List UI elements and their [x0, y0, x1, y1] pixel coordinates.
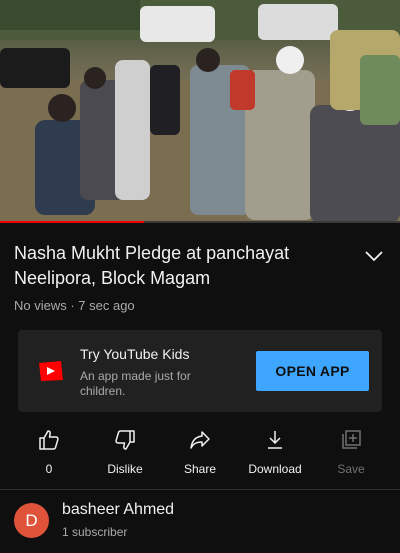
share-label: Share	[183, 462, 217, 476]
youtube-kids-logo-icon	[36, 360, 64, 382]
playlist-add-icon	[342, 430, 361, 449]
thumbs-up-icon	[39, 430, 59, 450]
share-icon	[190, 431, 210, 449]
open-app-button[interactable]: OPEN APP	[256, 351, 369, 391]
dislike-button[interactable]: Dislike	[90, 428, 160, 476]
expand-description-button[interactable]	[360, 246, 388, 266]
chevron-down-icon	[365, 251, 383, 262]
video-title[interactable]: Nasha Mukht Pledge at panchayat Neelipor…	[14, 241, 344, 291]
video-meta: No views · 7 sec ago	[14, 298, 135, 313]
promo-subtitle: An app made just for children.	[80, 369, 191, 398]
channel-name[interactable]: basheer Ahmed	[62, 501, 174, 519]
subscriber-count: 1 subscriber	[62, 525, 128, 539]
download-button[interactable]: Download	[240, 428, 310, 476]
progress-fill	[0, 221, 144, 223]
divider	[0, 489, 400, 490]
video-frame-image	[0, 0, 400, 223]
save-label: Save	[337, 462, 365, 476]
download-icon	[268, 431, 282, 449]
share-button[interactable]: Share	[165, 428, 235, 476]
dislike-label: Dislike	[107, 462, 143, 476]
thumbs-down-icon	[115, 430, 135, 450]
like-count: 0	[45, 462, 53, 476]
youtube-kids-promo: Try YouTube Kids An app made just for ch…	[18, 330, 382, 412]
promo-title: Try YouTube Kids	[80, 346, 190, 362]
video-player[interactable]	[0, 0, 400, 223]
channel-avatar[interactable]: D	[14, 503, 49, 538]
save-button[interactable]: Save	[316, 428, 386, 476]
download-label: Download	[248, 462, 302, 476]
progress-bar[interactable]	[0, 221, 400, 223]
like-button[interactable]: 0	[14, 428, 84, 476]
